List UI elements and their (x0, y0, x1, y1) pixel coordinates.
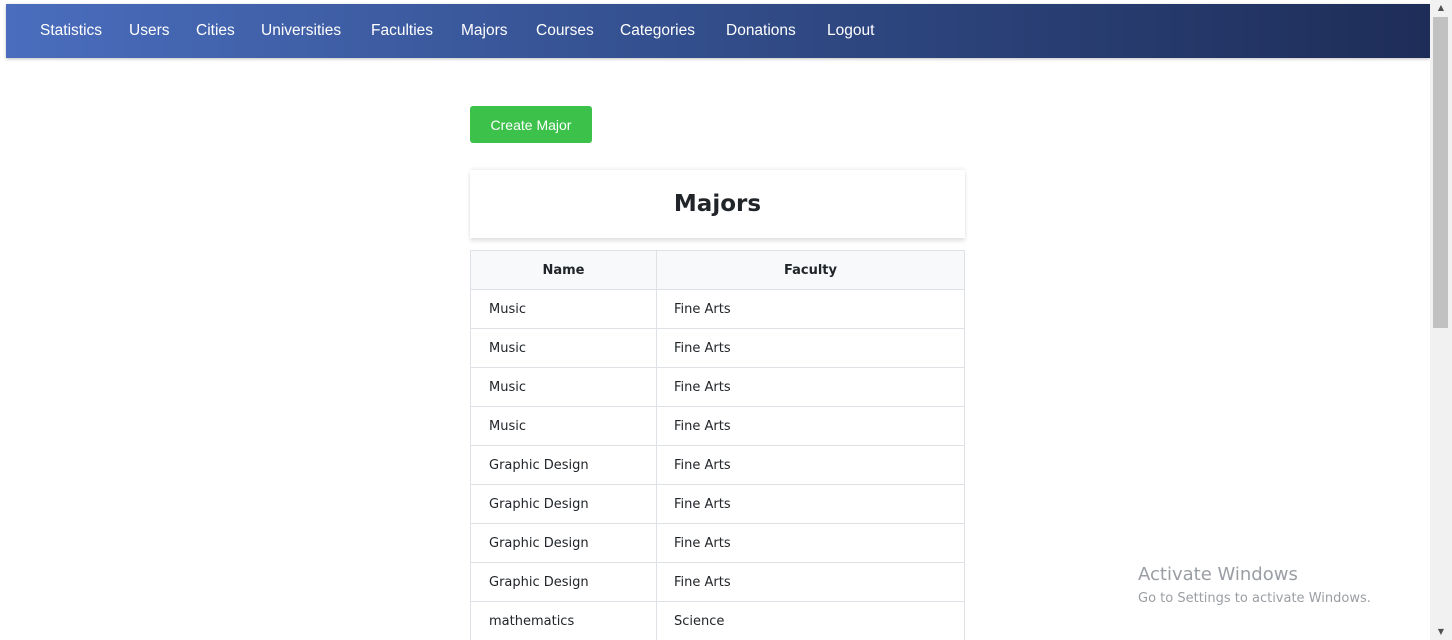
watermark-subtitle: Go to Settings to activate Windows. (1138, 591, 1371, 606)
cell-name: Graphic Design (470, 484, 657, 524)
nav-faculties[interactable]: Faculties (371, 4, 433, 58)
cell-faculty: Fine Arts (656, 562, 965, 602)
cell-faculty: Fine Arts (656, 406, 965, 446)
cell-name: Music (470, 328, 657, 368)
cell-name: Music (470, 367, 657, 407)
nav-cities[interactable]: Cities (196, 4, 235, 58)
title-card: Majors (470, 170, 965, 238)
table-row[interactable]: Music Fine Arts (470, 406, 965, 446)
nav-donations[interactable]: Donations (726, 4, 796, 58)
cell-faculty: Science (656, 601, 965, 640)
table-row[interactable]: Graphic Design Fine Arts (470, 484, 965, 524)
table-row[interactable]: Graphic Design Fine Arts (470, 523, 965, 563)
page: Statistics Users Cities Universities Fac… (0, 0, 1452, 640)
create-major-button[interactable]: Create Major (470, 106, 592, 143)
cell-faculty: Fine Arts (656, 484, 965, 524)
nav-courses[interactable]: Courses (536, 4, 594, 58)
table-row[interactable]: Music Fine Arts (470, 289, 965, 329)
table-row[interactable]: Graphic Design Fine Arts (470, 562, 965, 602)
cell-faculty: Fine Arts (656, 328, 965, 368)
table-row[interactable]: mathematics Science (470, 601, 965, 640)
cell-name: Graphic Design (470, 523, 657, 563)
cell-name: Graphic Design (470, 562, 657, 602)
nav-statistics[interactable]: Statistics (40, 4, 102, 58)
table-header-row: Name Faculty (470, 250, 965, 290)
page-title: Majors (673, 191, 762, 217)
vertical-scrollbar[interactable]: ▲ ▼ (1430, 0, 1452, 640)
triangle-up-icon[interactable]: ▲ (1430, 0, 1452, 16)
triangle-down-icon[interactable]: ▼ (1430, 624, 1452, 640)
nav-universities[interactable]: Universities (261, 4, 341, 58)
cell-name: Music (470, 406, 657, 446)
top-navbar: Statistics Users Cities Universities Fac… (6, 4, 1430, 58)
table-row[interactable]: Music Fine Arts (470, 367, 965, 407)
nav-categories[interactable]: Categories (620, 4, 695, 58)
table-row[interactable]: Music Fine Arts (470, 328, 965, 368)
table-row[interactable]: Graphic Design Fine Arts (470, 445, 965, 485)
cell-faculty: Fine Arts (656, 367, 965, 407)
cell-faculty: Fine Arts (656, 289, 965, 329)
cell-faculty: Fine Arts (656, 523, 965, 563)
activate-windows-watermark: Activate Windows Go to Settings to activ… (1138, 563, 1371, 609)
nav-majors[interactable]: Majors (461, 4, 508, 58)
nav-users[interactable]: Users (129, 4, 169, 58)
column-header-faculty[interactable]: Faculty (656, 250, 965, 290)
nav-logout[interactable]: Logout (827, 4, 874, 58)
watermark-title: Activate Windows (1138, 564, 1298, 585)
cell-faculty: Fine Arts (656, 445, 965, 485)
majors-table: Name Faculty Music Fine Arts Music Fine … (470, 250, 965, 640)
column-header-name[interactable]: Name (470, 250, 657, 290)
cell-name: Music (470, 289, 657, 329)
cell-name: Graphic Design (470, 445, 657, 485)
cell-name: mathematics (470, 601, 657, 640)
scrollbar-thumb[interactable] (1433, 17, 1448, 328)
